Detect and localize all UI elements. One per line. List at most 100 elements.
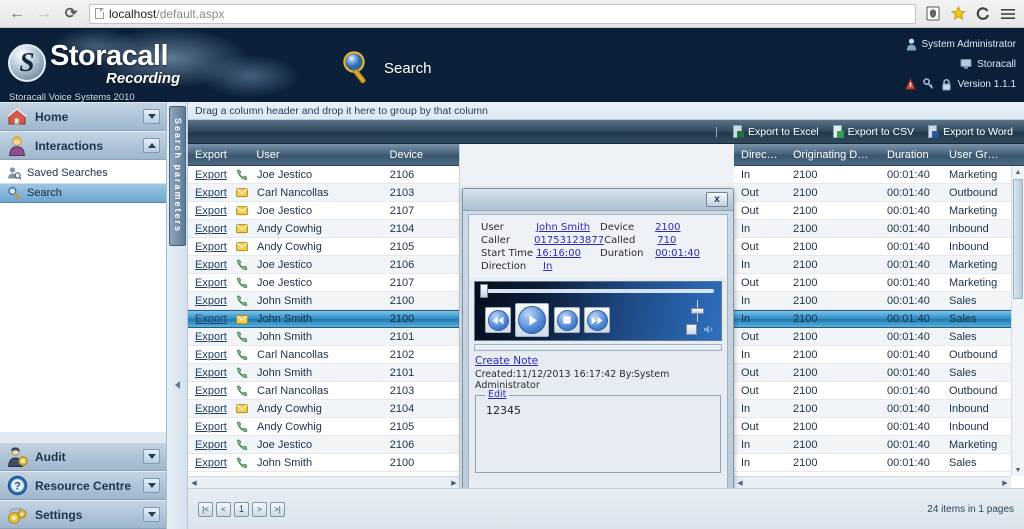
meta-value-caller-link[interactable]: 01753123877 [534,235,604,246]
padlock-icon[interactable] [940,78,952,91]
scroll-left-arrow-icon[interactable]: ◀ [735,478,745,488]
stop-icon[interactable] [554,307,580,333]
last-page-button[interactable]: >| [270,501,285,517]
scroll-up-arrow-icon[interactable]: ▲ [1012,166,1024,178]
row-export-link[interactable]: Export [188,457,234,469]
col-header-direction[interactable]: Direction [734,149,786,161]
table-row[interactable]: In 2100 00:01:40 Marketing [734,436,1024,454]
edit-note-link[interactable]: Edit [485,389,510,400]
row-export-link[interactable]: Export [188,223,234,235]
row-export-link[interactable]: Export [188,385,234,397]
table-row[interactable]: Out 2100 00:01:40 Sales [734,364,1024,382]
table-row[interactable]: Out 2100 00:01:40 Marketing [734,202,1024,220]
table-row[interactable]: Export Carl Nancollas 2103 [188,184,459,202]
col-header-user-group[interactable]: User Group [942,149,1010,161]
table-row[interactable]: In 2100 00:01:40 Inbound [734,220,1024,238]
scroll-left-arrow-icon[interactable]: ◀ [189,478,199,488]
scroll-right-arrow-icon[interactable]: ▶ [449,478,459,488]
table-row[interactable]: Export Andy Cowhig 2104 [188,220,459,238]
meta-value-called[interactable]: 710 [657,234,719,247]
play-icon[interactable] [515,303,549,337]
sidebar-panel-audit[interactable]: Audit [0,442,166,471]
table-row[interactable]: In 2100 00:01:40 Sales [734,310,1024,328]
first-page-button[interactable]: |< [198,501,213,517]
table-row[interactable]: Out 2100 00:01:40 Outbound [734,382,1024,400]
table-row[interactable]: In 2100 00:01:40 Sales [734,454,1024,472]
row-export-link[interactable]: Export [188,367,234,379]
row-export-link[interactable]: Export [188,349,234,361]
table-row[interactable]: In 2100 00:01:40 Inbound [734,400,1024,418]
meta-value-caller[interactable]: 01753123877 [534,234,604,247]
table-row[interactable]: In 2100 00:01:40 Marketing [734,256,1024,274]
sidebar-panel-interactions[interactable]: Interactions [0,131,166,160]
chevron-up-icon[interactable] [143,138,160,153]
meta-value-called-link[interactable]: 710 [657,235,676,246]
table-row[interactable]: Export John Smith 2100 [188,454,459,472]
next-page-button[interactable]: > [252,501,267,517]
table-row[interactable]: Out 2100 00:01:40 Sales [734,328,1024,346]
profile-icon[interactable] [973,4,993,24]
back-arrow-icon[interactable]: ← [6,3,28,25]
alert-icon[interactable] [904,77,916,91]
table-row[interactable]: In 2100 00:01:40 Outbound [734,346,1024,364]
table-row[interactable]: Export Andy Cowhig 2105 [188,418,459,436]
mute-checkbox-icon[interactable] [686,324,697,335]
row-export-link[interactable]: Export [188,259,234,271]
sidebar-panel-resource-centre[interactable]: ? Resource Centre [0,471,166,500]
scroll-down-arrow-icon[interactable]: ▼ [1012,464,1024,476]
row-export-link[interactable]: Export [188,313,234,325]
chevron-down-icon[interactable] [143,449,160,464]
col-header-device[interactable]: Device [383,149,459,161]
prev-page-button[interactable]: < [216,501,231,517]
table-row[interactable]: Out 2100 00:01:40 Inbound [734,418,1024,436]
table-row[interactable]: Export Joe Jestico 2106 [188,436,459,454]
table-row[interactable]: Out 2100 00:01:40 Outbound [734,184,1024,202]
col-header-originating-device[interactable]: Originating Device [786,149,880,161]
meta-value-device[interactable]: 2100 [655,221,719,234]
meta-value-user-link[interactable]: John Smith [536,222,590,233]
row-export-link[interactable]: Export [188,277,234,289]
row-export-link[interactable]: Export [188,187,234,199]
fast-forward-icon[interactable] [584,307,610,333]
row-export-link[interactable]: Export [188,205,234,217]
col-header-duration[interactable]: Duration [880,149,942,161]
seek-slider[interactable] [480,284,714,298]
grid-left-hscrollbar[interactable]: ◀ ▶ [188,476,459,488]
app-logo[interactable]: S Storacall Recording Storacall Voice Sy… [6,34,246,102]
sidebar-item-search[interactable]: Search [0,183,166,203]
row-export-link[interactable]: Export [188,331,234,343]
table-row[interactable]: Export John Smith 2101 [188,364,459,382]
row-export-link[interactable]: Export [188,421,234,433]
table-row[interactable]: Out 2100 00:01:40 Inbound [734,238,1024,256]
table-row[interactable]: Export Andy Cowhig 2105 [188,238,459,256]
forward-arrow-icon[interactable]: → [33,3,55,25]
volume-thumb[interactable] [691,308,704,314]
meta-value-direction-link[interactable]: In [543,261,552,272]
page-number-button[interactable]: 1 [234,501,249,517]
meta-value-start-time-link[interactable]: 16:16:00 [536,248,581,259]
panel-collapse-handle[interactable] [170,380,184,389]
table-row[interactable]: Export Joe Jestico 2107 [188,202,459,220]
sidebar-item-saved-searches[interactable]: Saved Searches [0,163,166,183]
chevron-down-icon[interactable] [143,109,160,124]
close-icon[interactable]: x [706,192,728,207]
create-note-link[interactable]: Create Note [475,355,538,367]
export-to-csv-button[interactable]: Export to CSV [826,121,922,143]
chevron-down-icon[interactable] [143,507,160,522]
table-row[interactable]: In 2100 00:01:40 Marketing [734,166,1024,184]
grid-vscrollbar[interactable]: ▲ ▼ [1011,166,1024,476]
bookmark-star-icon[interactable] [948,4,968,24]
row-export-link[interactable]: Export [188,439,234,451]
table-row[interactable]: Export Carl Nancollas 2102 [188,346,459,364]
row-export-link[interactable]: Export [188,169,234,181]
seek-thumb[interactable] [480,284,488,298]
meta-value-direction[interactable]: In [543,260,615,273]
meta-value-start-time[interactable]: 16:16:00 [536,247,600,260]
col-header-user[interactable]: User [249,149,382,161]
table-row[interactable]: In 2100 00:01:40 Sales [734,292,1024,310]
table-row[interactable]: Export Joe Jestico 2107 [188,274,459,292]
table-row[interactable]: Export Joe Jestico 2106 [188,166,459,184]
table-row[interactable]: Export Joe Jestico 2106 [188,256,459,274]
meta-value-duration-link[interactable]: 00:01:40 [655,248,700,259]
grid-right-hscrollbar[interactable]: ◀ ▶ [734,476,1011,488]
